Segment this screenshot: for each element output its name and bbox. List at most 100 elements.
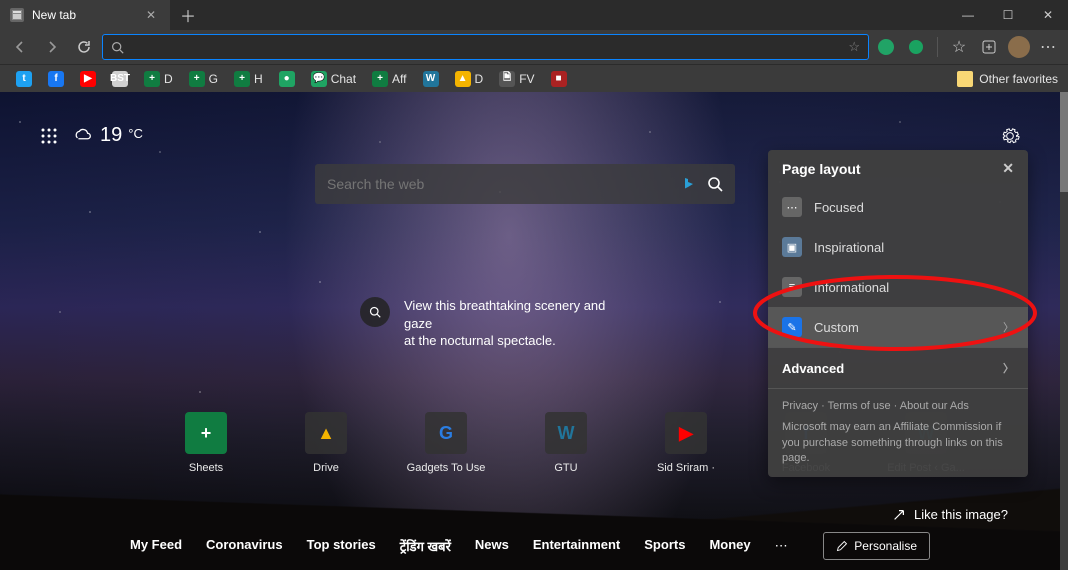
web-search-input[interactable]: [327, 176, 681, 192]
layout-option-icon: ✎: [782, 317, 802, 337]
feed-nav-item[interactable]: Money: [709, 537, 750, 555]
gear-icon[interactable]: [1000, 126, 1020, 146]
layout-option-label: Informational: [814, 280, 889, 295]
refresh-button[interactable]: [70, 33, 98, 61]
bookmark-item[interactable]: +G: [183, 69, 224, 89]
panel-advanced-row[interactable]: Advanced 〉: [768, 347, 1028, 389]
bookmark-item[interactable]: BST: [106, 69, 134, 89]
favorites-icon[interactable]: ☆: [946, 34, 972, 60]
bookmark-item[interactable]: +D: [138, 69, 179, 89]
tab-favicon: [10, 8, 24, 22]
bookmark-icon: ▶: [80, 71, 96, 87]
image-caption: View this breathtaking scenery and gaze …: [360, 297, 624, 350]
layout-option-label: Inspirational: [814, 240, 884, 255]
panel-close-button[interactable]: ✕: [1002, 160, 1014, 177]
forward-button[interactable]: [38, 33, 66, 61]
layout-option-custom[interactable]: ✎Custom〉: [768, 307, 1028, 347]
feed-nav-item[interactable]: Coronavirus: [206, 537, 283, 555]
bookmark-icon: ●: [279, 71, 295, 87]
quick-link-tile[interactable]: +Sheets: [170, 412, 242, 474]
bookmark-item[interactable]: f: [42, 69, 70, 89]
caption-magnify-icon[interactable]: [360, 297, 390, 327]
feed-nav-item[interactable]: Top stories: [307, 537, 376, 555]
panel-footer-links[interactable]: Privacy · Terms of use · About our Ads: [782, 399, 1014, 414]
personalise-button[interactable]: Personalise: [823, 532, 930, 560]
feed-nav-item[interactable]: ट्रेंडिंग खबरें: [400, 537, 451, 555]
quick-link-tile[interactable]: ▶Sid Sriram ·: [650, 412, 722, 474]
more-menu-button[interactable]: ⋯: [1036, 34, 1062, 60]
app-launcher-icon[interactable]: [40, 127, 58, 145]
tile-icon: G: [425, 412, 467, 454]
feed-nav-item[interactable]: My Feed: [130, 537, 182, 555]
quick-link-tile[interactable]: ▲Drive: [290, 412, 362, 474]
chevron-right-icon: 〉: [1003, 360, 1014, 376]
maximize-button[interactable]: ☐: [988, 0, 1028, 30]
bookmark-icon: +: [189, 71, 205, 87]
feed-nav-item[interactable]: News: [475, 537, 509, 555]
personalise-label: Personalise: [854, 539, 917, 553]
quick-link-tile[interactable]: WGTU: [530, 412, 602, 474]
tab-close-button[interactable]: ✕: [142, 6, 160, 24]
bookmark-icon: +: [372, 71, 388, 87]
tile-label: Sheets: [189, 462, 223, 474]
feed-more-button[interactable]: ⋯: [775, 538, 790, 554]
bookmark-label: Aff: [392, 72, 406, 86]
scrollbar-thumb[interactable]: [1060, 92, 1068, 192]
bookmark-item[interactable]: ▲D: [449, 69, 490, 89]
tile-label: GTU: [554, 462, 577, 474]
caption-line1: View this breathtaking scenery and gaze: [404, 297, 624, 332]
feed-nav-item[interactable]: Entertainment: [533, 537, 620, 555]
collections-icon[interactable]: [976, 34, 1002, 60]
bookmark-item[interactable]: ■: [545, 69, 573, 89]
bookmark-label: D: [475, 72, 484, 86]
tile-icon: ▶: [665, 412, 707, 454]
layout-option-icon: ≡: [782, 277, 802, 297]
minimize-button[interactable]: —: [948, 0, 988, 30]
browser-tab[interactable]: New tab ✕: [0, 0, 170, 30]
extension-grammarly-icon[interactable]: [873, 34, 899, 60]
bookmark-label: H: [254, 72, 263, 86]
search-button-icon[interactable]: [707, 176, 723, 192]
tile-label: Gadgets To Use: [407, 462, 486, 474]
bookmark-item[interactable]: 🗎FV: [493, 69, 540, 89]
bookmark-icon: ■: [551, 71, 567, 87]
search-icon: [111, 41, 124, 54]
new-tab-button[interactable]: ＋: [170, 3, 206, 27]
bookmark-label: G: [209, 72, 218, 86]
panel-title: Page layout: [782, 161, 861, 177]
panel-header: Page layout ✕: [768, 150, 1028, 187]
bookmark-label: Chat: [331, 72, 356, 86]
bookmark-item[interactable]: ●: [273, 69, 301, 89]
toolbar-separator: [937, 37, 938, 57]
quick-link-tile[interactable]: GGadgets To Use: [410, 412, 482, 474]
bookmark-item[interactable]: t: [10, 69, 38, 89]
panel-footer-note: Microsoft may earn an Affiliate Commissi…: [782, 420, 1014, 466]
bookmark-item[interactable]: + Aff: [366, 69, 412, 89]
extension-icon[interactable]: [903, 34, 929, 60]
window-controls: — ☐ ✕: [948, 0, 1068, 30]
pencil-icon: [836, 540, 848, 552]
bookmark-item[interactable]: +H: [228, 69, 269, 89]
page-layout-panel: Page layout ✕ ⋯Focused▣Inspirational ≡ Inf…: [768, 150, 1028, 477]
layout-option-informational[interactable]: ≡ Informational: [768, 267, 1028, 307]
address-bar[interactable]: ☆: [102, 34, 869, 60]
close-window-button[interactable]: ✕: [1028, 0, 1068, 30]
bookmark-item[interactable]: W: [417, 69, 445, 89]
bookmark-item[interactable]: ▶: [74, 69, 102, 89]
tile-icon: ▲: [305, 412, 347, 454]
feed-nav-item[interactable]: Sports: [644, 537, 685, 555]
like-image-link[interactable]: Like this image?: [892, 507, 1008, 522]
weather-widget[interactable]: 19 °C: [72, 124, 143, 147]
caption-text: View this breathtaking scenery and gaze …: [404, 297, 624, 350]
other-favorites-button[interactable]: Other favorites: [957, 71, 1058, 87]
layout-option-focused[interactable]: ⋯Focused: [768, 187, 1028, 227]
profile-avatar[interactable]: [1006, 34, 1032, 60]
layout-option-inspirational[interactable]: ▣Inspirational: [768, 227, 1028, 267]
vertical-scrollbar[interactable]: [1060, 92, 1068, 570]
favorite-star-icon[interactable]: ☆: [848, 39, 860, 55]
address-input[interactable]: [132, 40, 840, 55]
web-search-box[interactable]: [315, 164, 735, 204]
bookmark-icon: t: [16, 71, 32, 87]
back-button[interactable]: [6, 33, 34, 61]
bookmark-item[interactable]: 💬Chat: [305, 69, 362, 89]
